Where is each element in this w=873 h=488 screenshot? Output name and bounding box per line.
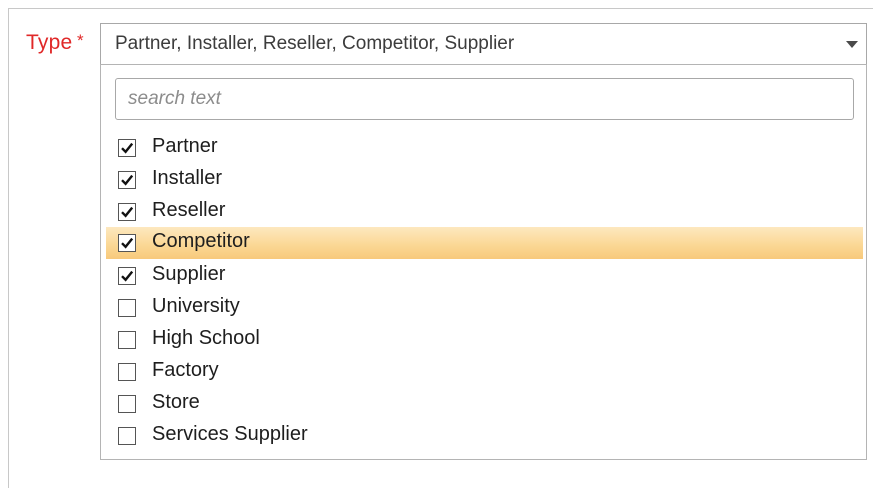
option-label: University [152,295,240,317]
checkmark-icon [121,142,134,154]
checkmark-icon [121,174,134,186]
option-services-supplier[interactable]: Services Supplier [106,420,863,452]
option-label: Reseller [152,199,226,221]
option-label: High School [152,327,260,349]
option-label: Services Supplier [152,423,308,445]
option-university[interactable]: University [106,292,863,324]
option-reseller[interactable]: Reseller [106,196,863,228]
option-factory[interactable]: Factory [106,356,863,388]
option-installer[interactable]: Installer [106,164,863,196]
option-label: Partner [152,135,218,157]
checkmark-icon [121,206,134,218]
checkbox[interactable] [118,299,136,317]
search-input[interactable] [115,78,854,120]
option-supplier[interactable]: Supplier [106,260,863,292]
checkmark-icon [121,270,134,282]
option-label: Store [152,391,200,413]
option-high-school[interactable]: High School [106,324,863,356]
type-dropdown-list: Partner Installer Reseller Competitor Su… [100,64,867,460]
type-multiselect-combobox[interactable]: Partner, Installer, Reseller, Competitor… [100,23,867,65]
option-competitor[interactable]: Competitor [106,227,863,259]
option-label: Competitor [152,230,250,252]
checkbox[interactable] [118,139,136,157]
required-indicator: * [77,31,84,50]
checkbox[interactable] [118,427,136,445]
checkbox[interactable] [118,234,136,252]
checkbox[interactable] [118,171,136,189]
option-label: Factory [152,359,219,381]
checkbox[interactable] [118,267,136,285]
checkbox[interactable] [118,203,136,221]
type-field-label: Type [26,31,73,54]
option-label: Supplier [152,263,226,285]
option-partner[interactable]: Partner [106,132,863,164]
option-label: Installer [152,167,223,189]
checkmark-icon [121,237,134,249]
option-store[interactable]: Store [106,388,863,420]
checkbox[interactable] [118,331,136,349]
checkbox[interactable] [118,363,136,381]
combobox-selected-value: Partner, Installer, Reseller, Competitor… [115,33,515,54]
chevron-down-icon[interactable] [846,41,858,48]
checkbox[interactable] [118,395,136,413]
